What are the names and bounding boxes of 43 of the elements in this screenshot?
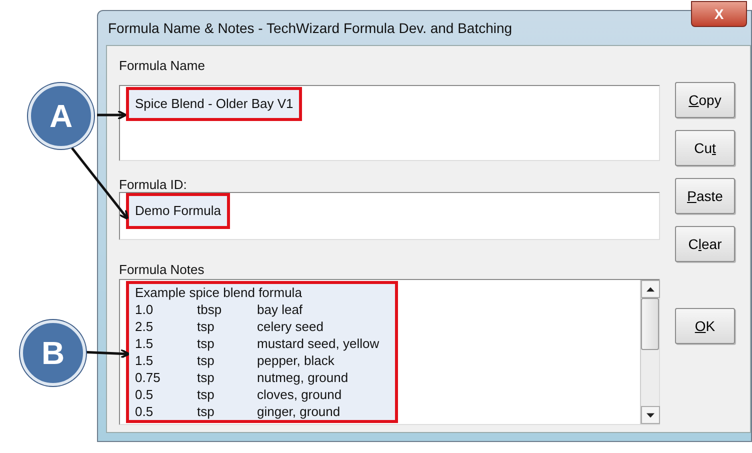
window-title: Formula Name & Notes - TechWizard Formula Dev. and Batching xyxy=(108,18,512,38)
scroll-thumb[interactable] xyxy=(641,298,659,350)
scroll-down-icon[interactable] xyxy=(641,406,660,424)
ingredient-text: bay leaf xyxy=(257,301,303,318)
name-value: Spice Blend - Older Bay V1 xyxy=(126,87,302,120)
leader-arrow xyxy=(97,110,127,120)
quantity-text: 2.5 xyxy=(135,318,154,335)
unit-text: tsp xyxy=(197,318,216,335)
ingredient-text: mustard seed, yellow xyxy=(257,335,380,352)
dialog-button[interactable]: Copy xyxy=(675,82,735,118)
ingredient-text: nutmeg, ground xyxy=(257,369,348,386)
ingredient-text: celery seed xyxy=(257,318,324,335)
quantity-text: 1.0 xyxy=(135,301,154,318)
unit-text: tsp xyxy=(197,403,216,420)
unit-text: tsp xyxy=(197,335,216,352)
scroll-up-icon[interactable] xyxy=(641,280,660,298)
quantity-text: 0.5 xyxy=(135,386,154,403)
callout-badge: A xyxy=(28,83,94,149)
scrollbar[interactable] xyxy=(640,280,659,424)
notes-field[interactable]: Example spice blend formula 1.0 tbsp bay leaf 2.5 tsp celery seed 1.5 tsp mustard seed, yellow 1.5 tsp pepper, black 0.75 tsp nutmeg, ground 0.5 tsp cloves, ground 0.5 tsp ginger, ground xyxy=(119,279,660,425)
callout-badge: B xyxy=(20,320,86,386)
dialog-button[interactable]: Cut xyxy=(675,130,735,166)
dialog-button[interactable]: Clear xyxy=(675,226,735,262)
quantity-text: 1.5 xyxy=(135,352,154,369)
dialog-button[interactable]: Paste xyxy=(675,178,735,214)
field-label: Formula ID: xyxy=(119,176,188,194)
ingredient-text: ginger, ground xyxy=(257,403,340,420)
name-field[interactable]: Spice Blend - Older Bay V1 xyxy=(119,85,660,161)
id-value: Demo Formula xyxy=(126,193,230,228)
dialog-button[interactable]: OK xyxy=(675,308,735,344)
unit-text: tsp xyxy=(197,369,216,386)
quantity-text: 0.5 xyxy=(135,403,154,420)
field-label: Formula Notes xyxy=(119,261,206,279)
ingredient-text: cloves, ground xyxy=(257,386,342,403)
unit-text: tsp xyxy=(197,352,216,369)
ingredient-text: pepper, black xyxy=(257,352,334,369)
quantity-text: 1.5 xyxy=(135,335,154,352)
id-field[interactable]: Demo Formula xyxy=(119,192,660,240)
unit-text: tsp xyxy=(197,386,216,403)
unit-text: tbsp xyxy=(197,301,223,318)
quantity-text: 0.75 xyxy=(135,369,162,386)
field-label: Formula Name xyxy=(119,57,206,75)
notes-heading: Example spice blend formula xyxy=(135,284,303,301)
